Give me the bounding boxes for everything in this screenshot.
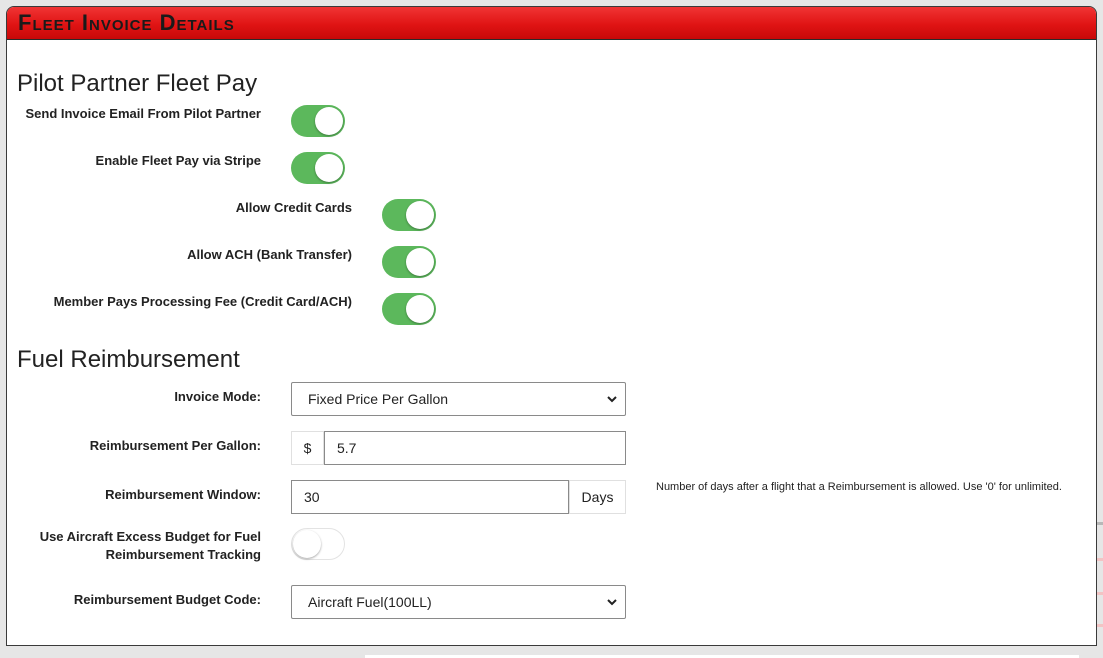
label-allow-credit-cards: Allow Credit Cards <box>235 200 352 215</box>
chevron-down-icon <box>607 599 617 606</box>
days-suffix: Days <box>569 480 626 514</box>
chevron-down-icon <box>607 396 617 403</box>
label-use-excess-budget-line1: Use Aircraft Excess Budget for Fuel <box>39 529 261 544</box>
edge-mark <box>1097 558 1103 561</box>
toggle-enable-fleet-pay[interactable] <box>291 152 345 184</box>
section-title-fuel-reimbursement: Fuel Reimbursement <box>17 346 240 373</box>
toggle-allow-ach[interactable] <box>382 246 436 278</box>
budget-code-value: Aircraft Fuel(100LL) <box>308 594 432 610</box>
reimbursement-per-gallon-input[interactable]: 5.7 <box>324 431 626 465</box>
label-allow-ach: Allow ACH (Bank Transfer) <box>187 247 352 262</box>
edge-divider <box>1097 522 1103 525</box>
toggle-knob <box>406 201 434 229</box>
invoice-mode-select[interactable]: Fixed Price Per Gallon <box>291 382 626 416</box>
label-send-invoice-email: Send Invoice Email From Pilot Partner <box>25 106 261 121</box>
toggle-allow-credit-cards[interactable] <box>382 199 436 231</box>
label-enable-fleet-pay: Enable Fleet Pay via Stripe <box>95 153 261 168</box>
label-budget-code: Reimbursement Budget Code: <box>73 592 261 607</box>
toggle-knob <box>406 248 434 276</box>
edge-mark <box>1097 624 1103 627</box>
label-invoice-mode: Invoice Mode: <box>174 389 261 404</box>
toggle-knob <box>315 154 343 182</box>
label-use-excess-budget: Use Aircraft Excess Budget for Fuel Reim… <box>20 528 261 564</box>
budget-code-select[interactable]: Aircraft Fuel(100LL) <box>291 585 626 619</box>
reimbursement-window-help: Number of days after a flight that a Rei… <box>656 481 1062 493</box>
section-title-fleet-pay: Pilot Partner Fleet Pay <box>17 70 258 97</box>
toggle-member-pays-fee[interactable] <box>382 293 436 325</box>
label-reimbursement-window: Reimbursement Window: <box>105 487 261 502</box>
panel-title: Fleet Invoice Details <box>18 10 235 35</box>
dollar-prefix: $ <box>291 431 324 465</box>
toggle-knob <box>406 295 434 323</box>
toggle-send-invoice-email[interactable] <box>291 105 345 137</box>
toggle-knob <box>315 107 343 135</box>
edge-mark <box>1097 592 1103 595</box>
toggle-use-excess-budget[interactable] <box>291 528 345 560</box>
label-reimbursement-per-gallon: Reimbursement Per Gallon: <box>89 438 261 453</box>
toggle-knob <box>293 530 321 558</box>
invoice-mode-value: Fixed Price Per Gallon <box>308 391 449 407</box>
label-use-excess-budget-line2: Reimbursement Tracking <box>105 547 261 562</box>
reimbursement-window-input[interactable]: 30 <box>291 480 569 514</box>
label-member-pays-fee: Member Pays Processing Fee (Credit Card/… <box>53 294 352 309</box>
panel-header: Fleet Invoice Details <box>7 7 1096 40</box>
